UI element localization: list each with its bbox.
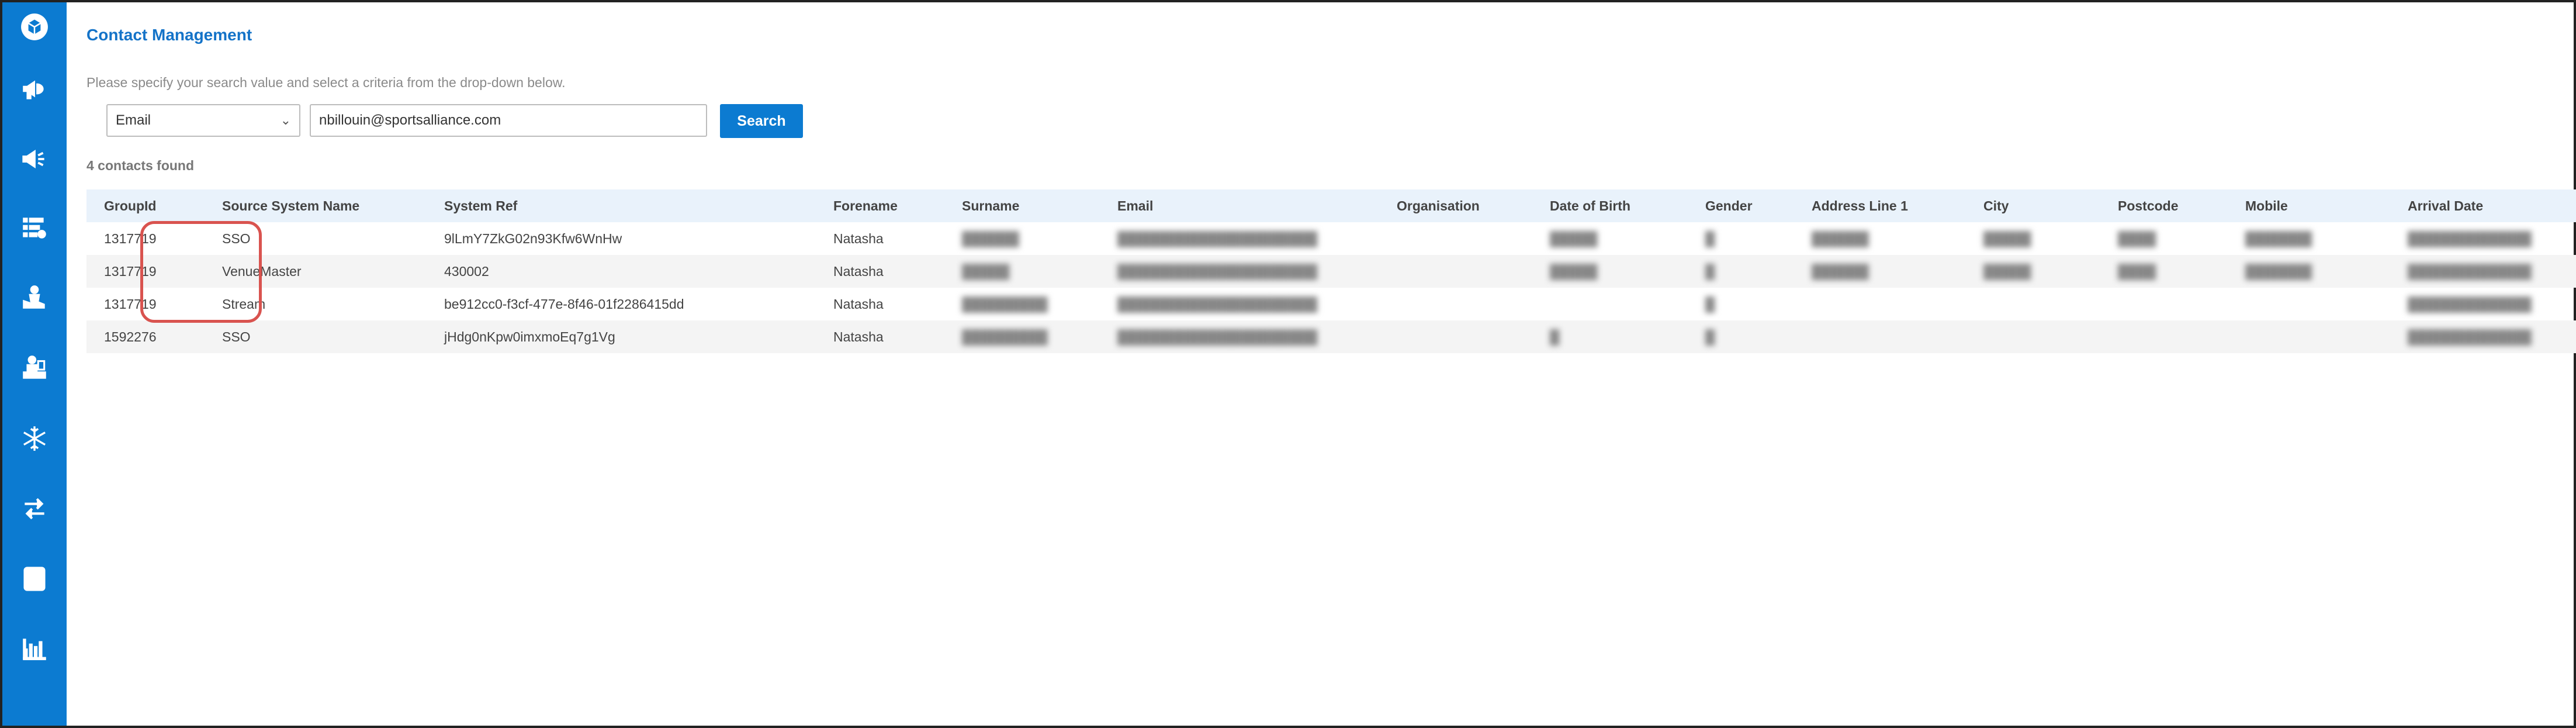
column-header-gender[interactable]: Gender [1705,189,1753,222]
column-header-forename[interactable]: Forename [833,189,898,222]
cell-source-system: SSO [222,329,251,344]
cell-postcode-redacted: ████ [2118,231,2156,246]
column-header-email[interactable]: Email [1117,189,1153,222]
contact-card-icon[interactable] [2,556,67,602]
cell-dob-redacted: █ [1550,329,1560,344]
app-window: Contact Management Please specify your s… [0,0,2576,728]
cell-dob-redacted: █████ [1550,231,1598,246]
cell-gender-redacted: █ [1705,329,1715,344]
cell-system-ref: 430002 [444,264,489,279]
table-row[interactable]: 1317719 VenueMaster 430002 Natasha █████… [86,255,2576,288]
cell-arrival-date-redacted: █████████████ [2408,231,2532,246]
column-header-city[interactable]: City [1983,189,2009,222]
column-header-surname[interactable]: Surname [962,189,1019,222]
contacts-table: GroupId Source System Name System Ref Fo… [86,189,2576,353]
column-header-date-of-birth[interactable]: Date of Birth [1550,189,1630,222]
hand-person-icon[interactable] [2,275,67,322]
checklist-icon[interactable] [2,205,67,251]
column-header-system-ref[interactable]: System Ref [444,189,517,222]
chevron-down-icon: ⌄ [280,113,291,127]
snowflake-icon[interactable] [2,415,67,462]
column-header-address-line-1[interactable]: Address Line 1 [1812,189,1908,222]
column-header-postcode[interactable]: Postcode [2118,189,2179,222]
cell-email-redacted: █████████████████████ [1117,296,1318,312]
cell-forename: Natasha [833,296,884,312]
cube-logo-icon[interactable] [2,4,67,50]
cell-city-redacted: █████ [1983,264,2031,279]
cell-address-redacted: ██████ [1812,231,1869,246]
cell-group-id: 1317719 [104,231,157,246]
table-row[interactable]: 1317719 SSO 9lLmY7ZkG02n93Kfw6WnHw Natas… [86,222,2576,255]
cell-system-ref: 9lLmY7ZkG02n93Kfw6WnHw [444,231,622,246]
cell-source-system: VenueMaster [222,264,302,279]
cell-email-redacted: █████████████████████ [1117,264,1318,279]
result-count: 4 contacts found [86,158,195,173]
cell-forename: Natasha [833,329,884,344]
search-input[interactable] [310,104,707,137]
table-row[interactable]: 1317719 Stream be912cc0-f3cf-477e-8f46-0… [86,288,2576,320]
transfer-arrows-icon[interactable] [2,485,67,532]
cell-surname-redacted: ██████ [962,231,1019,246]
cell-surname-redacted: █████████ [962,296,1048,312]
cell-email-redacted: █████████████████████ [1117,329,1318,344]
cell-gender-redacted: █ [1705,264,1715,279]
search-instructions: Please specify your search value and sel… [86,75,566,90]
megaphone-icon[interactable] [2,65,67,112]
cell-arrival-date-redacted: █████████████ [2408,329,2532,344]
search-button[interactable]: Search [720,104,803,138]
cell-forename: Natasha [833,231,884,246]
cell-arrival-date-redacted: █████████████ [2408,296,2532,312]
cell-group-id: 1317719 [104,264,157,279]
table-header-row: GroupId Source System Name System Ref Fo… [86,189,2576,222]
cell-dob-redacted: █████ [1550,264,1598,279]
cell-city-redacted: █████ [1983,231,2031,246]
cell-system-ref: be912cc0-f3cf-477e-8f46-01f2286415dd [444,296,684,312]
cell-group-id: 1592276 [104,329,157,344]
criteria-selected-value: Email [116,112,151,128]
cell-surname-redacted: █████ [962,264,1010,279]
cell-forename: Natasha [833,264,884,279]
presenter-icon[interactable] [2,345,67,392]
column-header-arrival-date[interactable]: Arrival Date [2408,189,2483,222]
cell-source-system: Stream [222,296,266,312]
criteria-dropdown[interactable]: Email ⌄ [106,104,300,137]
cell-surname-redacted: █████████ [962,329,1048,344]
column-header-groupid[interactable]: GroupId [104,189,156,222]
cell-postcode-redacted: ████ [2118,264,2156,279]
column-header-mobile[interactable]: Mobile [2245,189,2288,222]
cell-mobile-redacted: ███████ [2245,231,2312,246]
cell-mobile-redacted: ███████ [2245,264,2312,279]
column-header-source-system[interactable]: Source System Name [222,189,359,222]
main-content: Contact Management Please specify your s… [67,2,2576,726]
cell-email-redacted: █████████████████████ [1117,231,1318,246]
cell-group-id: 1317719 [104,296,157,312]
cell-gender-redacted: █ [1705,296,1715,312]
sidebar [2,2,67,726]
column-header-organisation[interactable]: Organisation [1397,189,1480,222]
page-title: Contact Management [86,26,252,44]
cell-arrival-date-redacted: █████████████ [2408,264,2532,279]
cell-system-ref: jHdg0nKpw0imxmoEq7g1Vg [444,329,615,344]
table-row[interactable]: 1592276 SSO jHdg0nKpw0imxmoEq7g1Vg Natas… [86,320,2576,353]
cell-address-redacted: ██████ [1812,264,1869,279]
megaphone-outline-icon[interactable] [2,136,67,182]
cell-source-system: SSO [222,231,251,246]
cell-gender-redacted: █ [1705,231,1715,246]
bar-chart-icon[interactable] [2,626,67,672]
